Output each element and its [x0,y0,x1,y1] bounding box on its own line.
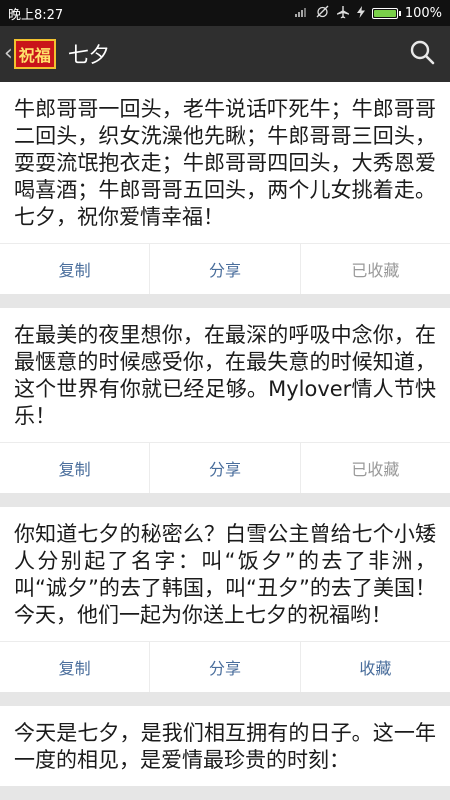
battery-icon [371,7,401,19]
battery-percent: 100% [404,5,442,21]
airplane-mode-icon [336,5,350,22]
page-title: 七夕 [67,43,110,67]
message-card: 牛郎哥哥一回头，老牛说话吓死牛；牛郎哥哥二回头，织女洗澡他先瞅；牛郎哥哥三回头，… [0,82,450,294]
signal-bars-icon [294,6,309,20]
share-button[interactable]: 分享 [149,244,299,294]
message-card: 你知道七夕的秘密么？白雪公主曾给七个小矮人分别起了名字：叫“饭夕”的去了非洲，叫… [0,507,450,692]
status-bar: 晚上8:27 100% [0,0,450,26]
message-card: 今天是七夕，是我们相互拥有的日子。这一年一度的相见，是爱情最珍贵的时刻： [0,706,450,786]
share-button[interactable]: 分享 [149,642,299,692]
copy-button[interactable]: 复制 [0,244,149,294]
status-time: 晚上8:27 [8,7,64,23]
chevron-left-icon: ‹ [4,41,13,66]
message-text[interactable]: 在最美的夜里想你，在最深的呼吸中念你，在最惬意的时候感受你，在最失意的时候知道，… [0,308,450,442]
card-actions: 复制 分享 收藏 [0,641,450,692]
favorite-button[interactable]: 收藏 [299,642,450,692]
charging-bolt-icon [356,5,365,21]
search-button[interactable] [404,36,440,72]
message-text[interactable]: 牛郎哥哥一回头，老牛说话吓死牛；牛郎哥哥二回头，织女洗澡他先瞅；牛郎哥哥三回头，… [0,82,450,243]
app-bar: ‹ 祝福 七夕 [0,26,450,82]
copy-button[interactable]: 复制 [0,642,149,692]
status-icons: 100% [294,5,442,22]
card-actions: 复制 分享 已收藏 [0,442,450,493]
message-card: 在最美的夜里想你，在最深的呼吸中念你，在最惬意的时候感受你，在最失意的时候知道，… [0,308,450,493]
favorite-button[interactable]: 已收藏 [299,244,450,294]
logo-text: 祝福 [18,46,51,65]
card-actions: 复制 分享 已收藏 [0,243,450,294]
message-list[interactable]: 牛郎哥哥一回头，老牛说话吓死牛；牛郎哥哥二回头，织女洗澡他先瞅；牛郎哥哥三回头，… [0,82,450,800]
copy-button[interactable]: 复制 [0,443,149,493]
app-logo: 祝福 [13,39,56,69]
message-text[interactable]: 你知道七夕的秘密么？白雪公主曾给七个小矮人分别起了名字：叫“饭夕”的去了非洲，叫… [0,507,450,641]
search-icon [409,39,435,69]
alarm-muted-icon [316,5,329,21]
favorite-button[interactable]: 已收藏 [299,443,450,493]
back-button[interactable]: ‹ 祝福 [4,39,56,69]
share-button[interactable]: 分享 [149,443,299,493]
message-text[interactable]: 今天是七夕，是我们相互拥有的日子。这一年一度的相见，是爱情最珍贵的时刻： [0,706,450,786]
